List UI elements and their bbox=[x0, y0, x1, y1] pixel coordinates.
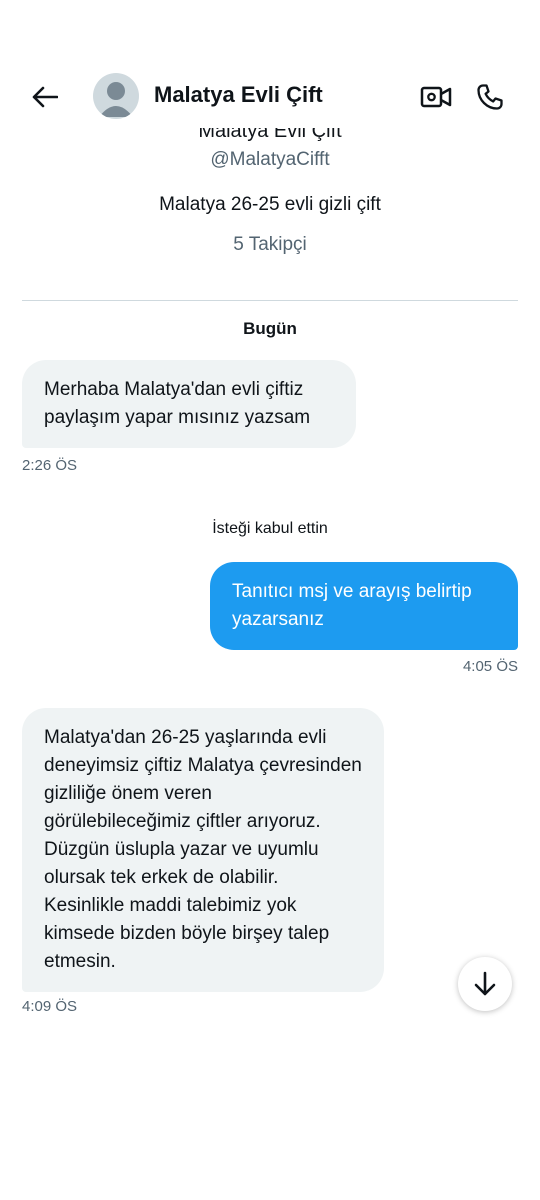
message-timestamp: 2:26 ÖS bbox=[22, 457, 78, 474]
message-timestamp: 4:05 ÖS bbox=[462, 658, 518, 675]
message-bubble-outgoing[interactable]: Tanıtıcı msj ve arayış belirtip yazarsan… bbox=[210, 562, 518, 650]
scroll-to-bottom-button[interactable] bbox=[458, 957, 512, 1011]
back-button[interactable] bbox=[28, 80, 62, 114]
profile-name: Malatya Evli Çift bbox=[0, 128, 540, 142]
phone-call-button[interactable] bbox=[472, 79, 508, 115]
follower-count[interactable]: 5 Takipçi bbox=[0, 234, 540, 256]
date-separator: Bugün bbox=[243, 319, 297, 338]
system-message: İsteği kabul ettin bbox=[212, 520, 328, 537]
phone-icon bbox=[477, 84, 503, 110]
arrow-down-icon bbox=[474, 971, 496, 996]
profile-name-text: Malatya Evli Çift bbox=[198, 128, 342, 142]
conversation-header: Malatya Evli Çift bbox=[0, 64, 540, 128]
divider bbox=[22, 300, 518, 301]
video-call-icon bbox=[420, 86, 452, 108]
message-bubble-incoming[interactable]: Malatya'dan 26-25 yaşlarında evli deneyi… bbox=[22, 708, 384, 992]
message-timestamp: 4:09 ÖS bbox=[22, 998, 78, 1015]
profile-bio: Malatya 26-25 evli gizli çift bbox=[159, 194, 381, 215]
arrow-left-icon bbox=[32, 86, 58, 108]
video-call-button[interactable] bbox=[418, 79, 454, 115]
default-avatar-icon bbox=[99, 82, 133, 117]
message-bubble-incoming[interactable]: Merhaba Malatya'dan evli çiftiz paylaşım… bbox=[22, 360, 356, 448]
conversation-title[interactable]: Malatya Evli Çift bbox=[154, 82, 323, 108]
profile-handle[interactable]: @MalatyaCifft bbox=[0, 149, 540, 171]
avatar[interactable] bbox=[93, 73, 139, 119]
